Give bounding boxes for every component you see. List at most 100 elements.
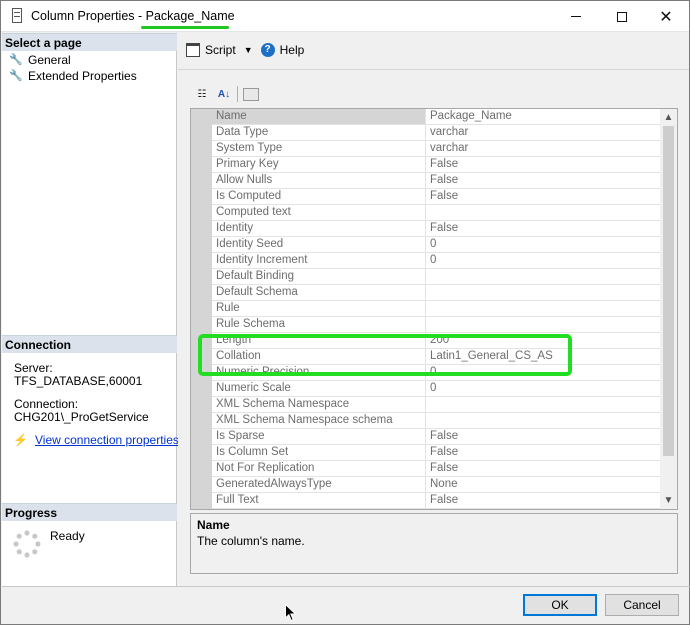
property-row[interactable]: Is Computed False: [212, 189, 660, 205]
property-value[interactable]: None: [426, 477, 660, 492]
script-dropdown-chevron-icon[interactable]: ▼: [244, 45, 253, 55]
property-name: GeneratedAlwaysType: [212, 477, 426, 492]
connection-value: CHG201\_ProGetService: [14, 410, 149, 424]
property-name: Identity: [212, 221, 426, 236]
property-row[interactable]: Default Binding: [212, 269, 660, 285]
property-value[interactable]: [426, 317, 660, 332]
minimize-button[interactable]: [553, 1, 599, 32]
property-name: Allow Nulls: [212, 173, 426, 188]
property-name: XML Schema Namespace: [212, 397, 426, 412]
minimize-icon: [571, 16, 581, 17]
scroll-down-icon[interactable]: ▼: [660, 492, 677, 509]
property-row[interactable]: Identity False: [212, 221, 660, 237]
property-name: Is Computed: [212, 189, 426, 204]
property-row[interactable]: GeneratedAlwaysType None: [212, 477, 660, 493]
property-row[interactable]: Data Type varchar: [212, 125, 660, 141]
close-icon: ✕: [659, 8, 673, 26]
property-name: Rule: [212, 301, 426, 316]
property-row[interactable]: Full Text False: [212, 493, 660, 509]
property-value[interactable]: 0: [426, 253, 660, 268]
title-bar[interactable]: Column Properties - Package_Name ✕: [1, 1, 689, 32]
property-value[interactable]: False: [426, 173, 660, 188]
help-icon: ?: [260, 43, 275, 57]
property-value[interactable]: [426, 269, 660, 284]
property-row[interactable]: Allow Nulls False: [212, 173, 660, 189]
property-value[interactable]: False: [426, 445, 660, 460]
cancel-button[interactable]: Cancel: [605, 594, 679, 616]
property-row[interactable]: Is Column Set False: [212, 445, 660, 461]
title-highlight-underline: [141, 26, 229, 29]
script-label: Script: [205, 43, 236, 57]
property-value[interactable]: [426, 397, 660, 412]
property-row[interactable]: Rule Schema: [212, 317, 660, 333]
property-name: System Type: [212, 141, 426, 156]
property-value[interactable]: Package_Name: [426, 109, 660, 124]
help-button[interactable]: ? Help: [260, 43, 305, 57]
view-connection-properties-link[interactable]: ⚡ View connection properties: [13, 433, 179, 447]
property-pages-icon: [243, 87, 259, 101]
property-row[interactable]: Numeric Scale 0: [212, 381, 660, 397]
page-item-general[interactable]: 🔧 General: [9, 52, 71, 68]
close-button[interactable]: ✕: [643, 1, 689, 32]
property-value[interactable]: False: [426, 461, 660, 476]
property-row[interactable]: Rule: [212, 301, 660, 317]
progress-spinner-icon: [13, 530, 41, 558]
script-button[interactable]: Script: [186, 43, 236, 57]
window-title: Column Properties - Package_Name: [31, 9, 235, 23]
description-text: The column's name.: [197, 534, 305, 548]
mouse-cursor-icon: [285, 604, 297, 622]
property-value[interactable]: varchar: [426, 125, 660, 140]
maximize-icon: [617, 11, 627, 22]
property-value[interactable]: 0: [426, 237, 660, 252]
property-name: XML Schema Namespace schema: [212, 413, 426, 428]
ok-button[interactable]: OK: [523, 594, 597, 616]
property-name: Identity Increment: [212, 253, 426, 268]
categorized-icon[interactable]: ☷: [193, 85, 211, 103]
description-panel: Name The column's name.: [190, 513, 678, 574]
property-value[interactable]: False: [426, 221, 660, 236]
property-name: Name: [212, 109, 426, 124]
help-label: Help: [279, 43, 305, 57]
property-row[interactable]: XML Schema Namespace: [212, 397, 660, 413]
collation-highlight-box: [198, 334, 572, 376]
progress-header: Progress: [2, 503, 177, 521]
property-row[interactable]: Identity Increment 0: [212, 253, 660, 269]
property-value[interactable]: False: [426, 429, 660, 444]
scroll-up-icon[interactable]: ▲: [660, 109, 677, 126]
property-grid-scrollbar[interactable]: ▲ ▼: [660, 109, 677, 509]
property-row[interactable]: Computed text: [212, 205, 660, 221]
scroll-thumb[interactable]: [663, 126, 674, 456]
connection-label: Connection:: [14, 397, 79, 411]
property-row[interactable]: Primary Key False: [212, 157, 660, 173]
property-name: Data Type: [212, 125, 426, 140]
property-name: Not For Replication: [212, 461, 426, 476]
maximize-button[interactable]: [599, 1, 645, 32]
property-row[interactable]: Is Sparse False: [212, 429, 660, 445]
page-item-extended-properties[interactable]: 🔧 Extended Properties: [9, 68, 137, 84]
property-value[interactable]: [426, 285, 660, 300]
alphabetical-sort-icon[interactable]: A↓: [215, 85, 233, 103]
description-title: Name: [197, 518, 230, 532]
property-row[interactable]: XML Schema Namespace schema: [212, 413, 660, 429]
property-grid-margin: [191, 109, 212, 509]
property-pages-button[interactable]: [242, 85, 260, 103]
left-pane: Select a page 🔧 General 🔧 Extended Prope…: [2, 33, 179, 586]
property-grid[interactable]: Name Package_Name Data Type varchar System T…: [190, 108, 678, 510]
property-row[interactable]: Not For Replication False: [212, 461, 660, 477]
page-item-label: Extended Properties: [28, 69, 137, 83]
connection-header: Connection: [2, 335, 177, 353]
property-row[interactable]: Identity Seed 0: [212, 237, 660, 253]
property-value[interactable]: False: [426, 157, 660, 172]
property-value[interactable]: [426, 205, 660, 220]
property-value[interactable]: varchar: [426, 141, 660, 156]
property-name: Rule Schema: [212, 317, 426, 332]
property-row[interactable]: System Type varchar: [212, 141, 660, 157]
property-value[interactable]: False: [426, 493, 660, 508]
property-row[interactable]: Default Schema: [212, 285, 660, 301]
property-row[interactable]: Name Package_Name: [212, 109, 660, 125]
wrench-icon: 🔧: [9, 69, 23, 82]
property-value[interactable]: [426, 413, 660, 428]
property-value[interactable]: 0: [426, 381, 660, 396]
property-value[interactable]: [426, 301, 660, 316]
property-value[interactable]: False: [426, 189, 660, 204]
